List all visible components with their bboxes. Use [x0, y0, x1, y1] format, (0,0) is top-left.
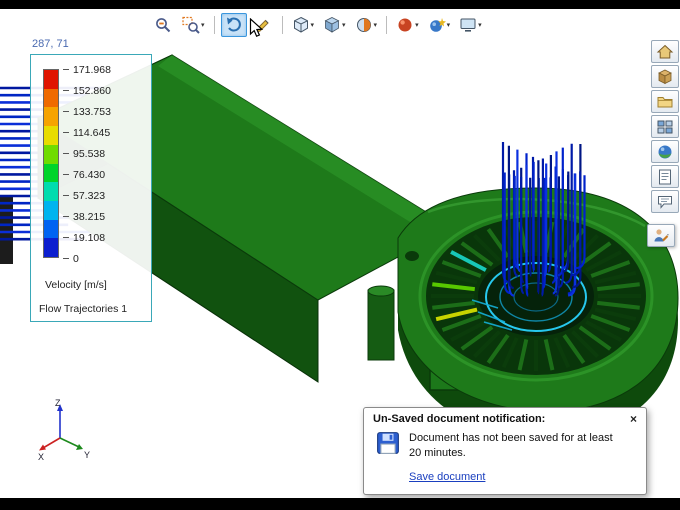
file-explorer-icon [656, 93, 674, 111]
edit-appearance-icon [396, 16, 414, 34]
legend-tick: 76.430 [63, 164, 111, 185]
zoom-to-fit-button[interactable] [150, 13, 176, 37]
section-view-button[interactable]: ▾ [352, 13, 381, 37]
markup-icon [652, 227, 670, 245]
legend-panel[interactable]: 171.968 152.860 133.753 114.645 95.538 76.430… [30, 54, 152, 322]
file-explorer-button[interactable] [651, 90, 679, 113]
home-icon [656, 43, 674, 61]
view-orientation-icon [292, 16, 310, 34]
custom-properties-icon [656, 168, 674, 186]
view-palette-button[interactable] [651, 115, 679, 138]
letterbox-top [0, 0, 680, 9]
markup-button[interactable] [647, 224, 675, 247]
fan-opening [418, 210, 654, 382]
custom-properties-button[interactable] [651, 165, 679, 188]
triad-y-label: Y [84, 450, 90, 460]
view-palette-icon [656, 118, 674, 136]
legend-tick: 57.323 [63, 185, 111, 206]
forum-button[interactable] [651, 190, 679, 213]
dropdown-caret-icon[interactable]: ▾ [374, 22, 378, 29]
view-settings-icon [459, 16, 477, 34]
zoom-to-area-button[interactable]: ▾ [179, 13, 208, 37]
design-library-icon [656, 68, 674, 86]
home-button[interactable] [651, 40, 679, 63]
legend-tick: 95.538 [63, 143, 111, 164]
design-library-button[interactable] [651, 65, 679, 88]
apply-scene-icon [428, 16, 446, 34]
dropdown-caret-icon[interactable]: ▾ [342, 22, 346, 29]
unsaved-notification-dialog: Un-Saved document notification: × Docume… [363, 407, 647, 495]
view-toolbar: ▾ ▾ ▾ ▾ ▾ ▾ ▾ [150, 11, 485, 39]
legend-ticks: 171.968 152.860 133.753 114.645 95.538 76.430… [63, 59, 111, 269]
zoom-to-area-icon [182, 16, 200, 34]
section-view-icon [355, 16, 373, 34]
display-style-icon [323, 16, 341, 34]
triad-x-label: X [38, 452, 44, 462]
dropdown-caret-icon[interactable]: ▾ [201, 22, 205, 29]
toolbar-separator [386, 16, 388, 34]
appearances-scenes-button[interactable] [651, 140, 679, 163]
view-settings-button[interactable]: ▾ [456, 13, 485, 37]
dropdown-caret-icon[interactable]: ▾ [447, 22, 451, 29]
legend-tick: 19.108 [63, 227, 111, 248]
legend-plot-name: Flow Trajectories 1 [39, 303, 128, 315]
legend-tick: 114.645 [63, 122, 111, 143]
letterbox-bottom [0, 498, 680, 510]
edit-appearance-button[interactable]: ▾ [393, 13, 422, 37]
forum-icon [656, 193, 674, 211]
legend-tick: 133.753 [63, 101, 111, 122]
task-pane-toolbar [647, 40, 679, 247]
orientation-triad: Z X Y [38, 398, 90, 462]
mouse-cursor [249, 18, 264, 37]
close-icon[interactable]: × [628, 413, 639, 425]
notification-title: Un-Saved document notification: [373, 413, 546, 425]
dropdown-caret-icon[interactable]: ▾ [478, 22, 482, 29]
legend-title: Velocity [m/s] [45, 279, 107, 291]
triad-z-label: Z [55, 398, 61, 408]
notification-message: Document has not been saved for at least… [409, 432, 613, 459]
zoom-to-fit-icon [154, 16, 172, 34]
pointer-coordinates: 287, 71 [32, 38, 69, 50]
save-floppy-icon [376, 431, 400, 485]
display-style-button[interactable]: ▾ [320, 13, 349, 37]
previous-view-icon [225, 16, 243, 34]
legend-tick: 0 [63, 248, 111, 269]
save-document-link[interactable]: Save document [409, 470, 485, 485]
apply-scene-button[interactable]: ▾ [425, 13, 454, 37]
legend-tick: 152.860 [63, 80, 111, 101]
appearances-scenes-icon [656, 143, 674, 161]
toolbar-separator [213, 16, 215, 34]
legend-tick: 38.215 [63, 206, 111, 227]
view-orientation-button[interactable]: ▾ [289, 13, 318, 37]
legend-colorbar [43, 69, 59, 258]
dropdown-caret-icon[interactable]: ▾ [415, 22, 419, 29]
model-dark-block [0, 196, 13, 264]
toolbar-separator [281, 16, 283, 34]
previous-view-button[interactable] [220, 13, 247, 37]
dropdown-caret-icon[interactable]: ▾ [311, 22, 315, 29]
legend-tick: 171.968 [63, 59, 111, 80]
